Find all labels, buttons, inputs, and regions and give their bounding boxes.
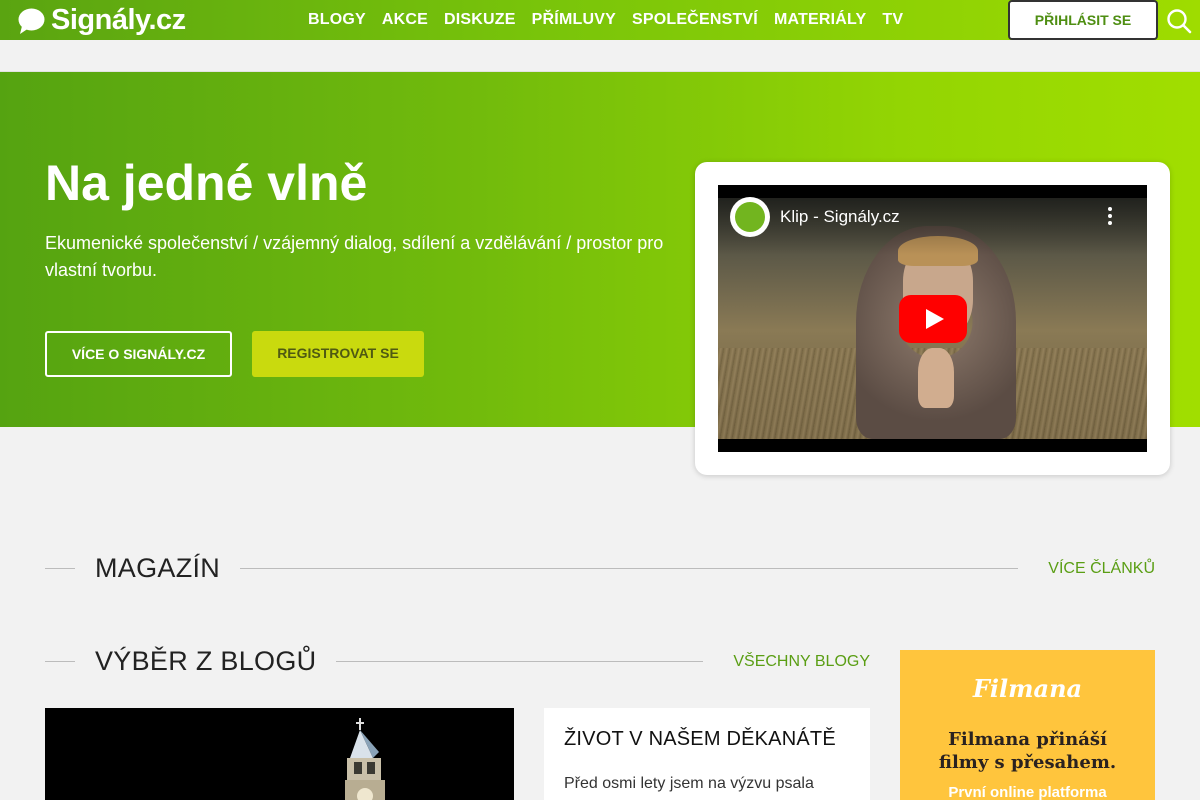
more-articles-link[interactable]: VÍCE ČLÁNKŮ	[1048, 560, 1155, 578]
site-logo[interactable]: Signály.cz	[18, 3, 186, 37]
nav-item-diskuze[interactable]: DISKUZE	[436, 11, 524, 29]
blog-card[interactable]: ŽIVOT V NAŠEM DĚKANÁTĚ Před osmi lety js…	[544, 708, 870, 800]
search-icon[interactable]	[1166, 8, 1192, 34]
channel-avatar[interactable]	[730, 197, 770, 237]
login-button[interactable]: PŘIHLÁSIT SE	[1008, 0, 1158, 40]
site-logo-text: Signály.cz	[51, 4, 186, 36]
blog-card-excerpt: Před osmi lety jsem na výzvu psala	[564, 775, 814, 792]
video-player[interactable]: Klip - Signály.cz	[718, 185, 1147, 452]
magazine-section-header: MAGAZÍN VÍCE ČLÁNKŮ	[45, 553, 1155, 584]
magazine-title: MAGAZÍN	[95, 553, 221, 583]
nav-item-akce[interactable]: AKCE	[374, 11, 436, 29]
more-vertical-icon[interactable]	[1102, 207, 1118, 227]
blogs-title: VÝBĚR Z BLOGŮ	[95, 646, 317, 676]
nav-item-materialy[interactable]: MATERIÁLY	[766, 11, 874, 29]
ad-title-line1: Filmana přináší	[948, 729, 1107, 750]
speech-bubble-icon	[18, 8, 45, 34]
nav-item-primluvy[interactable]: PŘÍMLUVY	[524, 11, 624, 29]
ad-title-line2: filmy s přesahem.	[938, 752, 1117, 773]
hero-title: Na jedné vlně	[45, 155, 368, 211]
hero-description: Ekumenické společenství / vzájemný dialo…	[45, 233, 664, 280]
video-card: Klip - Signály.cz	[695, 162, 1170, 475]
main-nav: BLOGY AKCE DISKUZE PŘÍMLUVY SPOLEČENSTVÍ…	[300, 0, 911, 40]
blog-image[interactable]	[45, 708, 514, 800]
play-icon[interactable]	[899, 295, 967, 343]
ad-subtitle: První online platforma	[948, 784, 1107, 800]
filmana-logo: Filmana	[972, 674, 1083, 703]
ad-title: Filmana přináší filmy s přesahem.	[900, 728, 1155, 774]
blog-card-title[interactable]: ŽIVOT V NAŠEM DĚKANÁTĚ	[564, 728, 836, 751]
nav-item-tv[interactable]: TV	[874, 11, 911, 29]
church-tower-image	[345, 718, 385, 800]
filmana-ad[interactable]: Filmana Filmana přináší filmy s přesahem…	[900, 650, 1155, 800]
register-button[interactable]: REGISTROVAT SE	[252, 331, 424, 377]
nav-item-blogy[interactable]: BLOGY	[300, 11, 374, 29]
nav-item-spolecenstvi[interactable]: SPOLEČENSTVÍ	[624, 11, 766, 29]
all-blogs-link[interactable]: VŠECHNY BLOGY	[733, 653, 870, 671]
about-button[interactable]: VÍCE O SIGNÁLY.CZ	[45, 331, 232, 377]
top-navigation-bar: Signály.cz BLOGY AKCE DISKUZE PŘÍMLUVY S…	[0, 0, 1200, 40]
blogs-section-header: VÝBĚR Z BLOGŮ VŠECHNY BLOGY	[45, 646, 870, 677]
video-title[interactable]: Klip - Signály.cz	[780, 207, 900, 227]
